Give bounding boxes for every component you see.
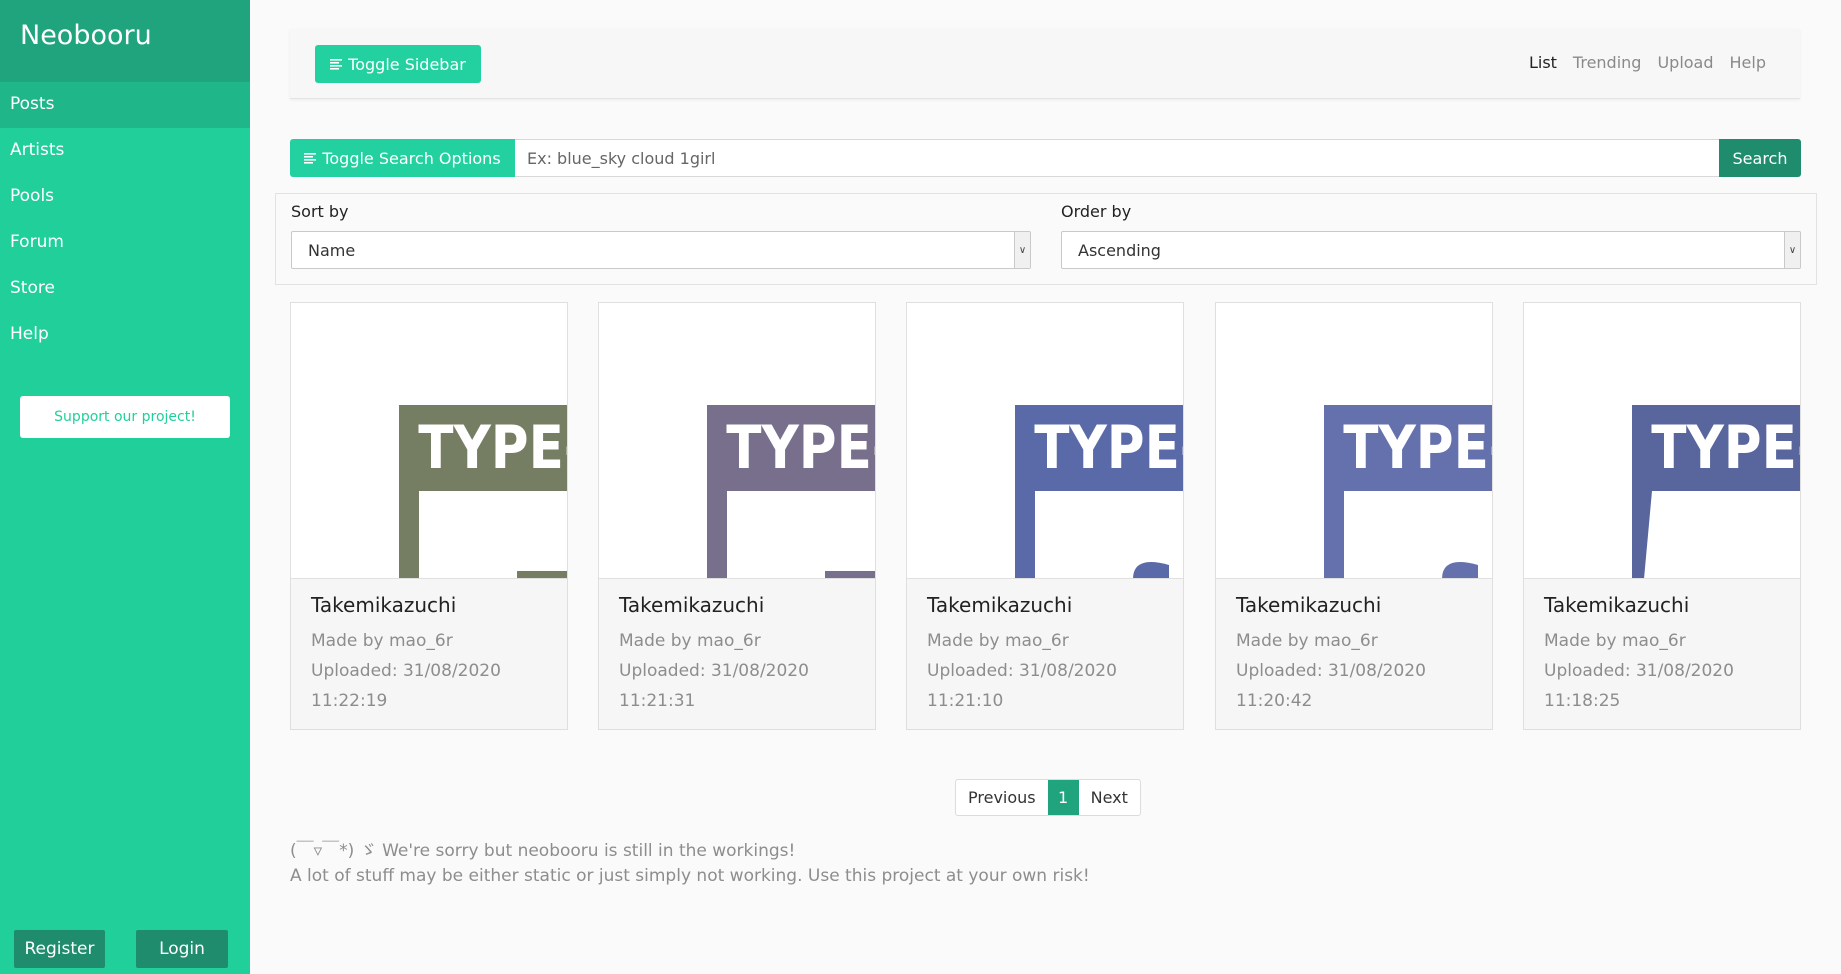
post-upload-date: Uploaded: 31/08/2020 — [1544, 661, 1734, 681]
thumbnail-text: TYPE- — [1651, 413, 1800, 483]
toggle-sidebar-button[interactable]: Toggle Sidebar — [315, 45, 481, 83]
search-button[interactable]: Search — [1719, 139, 1801, 177]
toggle-search-options-label: Toggle Search Options — [322, 148, 501, 168]
thumbnail-text: TYPE- — [1034, 413, 1183, 483]
post-author: Made by mao_6r — [1236, 631, 1378, 651]
post-upload-time: 11:22:19 — [311, 691, 388, 711]
sidebar-item-posts[interactable]: Posts — [0, 82, 250, 128]
order-by-value: Ascending — [1078, 241, 1161, 260]
post-upload-time: 11:20:42 — [1236, 691, 1313, 711]
post-upload-date: Uploaded: 31/08/2020 — [619, 661, 809, 681]
post-thumbnail[interactable]: TYPE- — [907, 303, 1183, 579]
nav-link-help[interactable]: Help — [1730, 53, 1766, 72]
toggle-sidebar-label: Toggle Sidebar — [348, 54, 466, 74]
sidebar-item-artists[interactable]: Artists — [0, 128, 250, 174]
notice-line-2: A lot of stuff may be either static or j… — [290, 866, 1090, 886]
post-author: Made by mao_6r — [311, 631, 453, 651]
sidebar-item-pools[interactable]: Pools — [0, 174, 250, 220]
post-title[interactable]: Takemikazuchi — [927, 593, 1072, 617]
toggle-search-options-button[interactable]: Toggle Search Options — [290, 139, 515, 177]
chevron-down-icon: ∨ — [1784, 232, 1800, 268]
pagination-page-current[interactable]: 1 — [1047, 780, 1079, 815]
sidebar-item-forum[interactable]: Forum — [0, 220, 250, 266]
post-title[interactable]: Takemikazuchi — [619, 593, 764, 617]
register-button[interactable]: Register — [14, 930, 105, 968]
post-author: Made by mao_6r — [1544, 631, 1686, 651]
order-by-label: Order by — [1061, 202, 1132, 221]
search-input[interactable] — [515, 139, 1719, 177]
search-options-panel: Sort by Name ∨ Order by Ascending ∨ — [275, 193, 1817, 285]
post-thumbnail[interactable]: TYPE- — [1216, 303, 1492, 579]
post-author: Made by mao_6r — [927, 631, 1069, 651]
sidebar-item-help[interactable]: Help — [0, 312, 250, 358]
menu-icon — [304, 149, 318, 168]
search-bar: Toggle Search Options Search — [290, 139, 1801, 177]
pagination: Previous 1 Next — [955, 779, 1141, 816]
post-thumbnail[interactable]: TYPE- — [291, 303, 567, 579]
order-by-select[interactable]: Ascending ∨ — [1061, 231, 1801, 269]
sort-by-select[interactable]: Name ∨ — [291, 231, 1031, 269]
thumbnail-text: TYPE- — [418, 413, 567, 483]
post-title[interactable]: Takemikazuchi — [311, 593, 456, 617]
sidebar: Neobooru Posts Artists Pools Forum Store… — [0, 0, 250, 974]
post-upload-date: Uploaded: 31/08/2020 — [311, 661, 501, 681]
nav-link-list[interactable]: List — [1529, 53, 1557, 72]
post-title[interactable]: Takemikazuchi — [1236, 593, 1381, 617]
post-card[interactable]: TYPE- Takemikazuchi Made by mao_6r Uploaded… — [1215, 302, 1493, 730]
top-nav-links: List Trending Upload Help — [1529, 53, 1766, 72]
brand-logo[interactable]: Neobooru — [0, 0, 250, 82]
chevron-down-icon: ∨ — [1014, 232, 1030, 268]
post-card[interactable]: TYPE- Takemikazuchi Made by mao_6r Uploaded… — [906, 302, 1184, 730]
post-card[interactable]: TYPE- Takemikazuchi Made by mao_6r Uploaded… — [1523, 302, 1801, 730]
pagination-next[interactable]: Next — [1079, 780, 1140, 815]
login-button[interactable]: Login — [136, 930, 228, 968]
sort-by-label: Sort by — [291, 202, 349, 221]
sort-by-value: Name — [308, 241, 356, 260]
post-thumbnail[interactable]: TYPE- — [599, 303, 875, 579]
post-upload-date: Uploaded: 31/08/2020 — [927, 661, 1117, 681]
post-upload-time: 11:21:31 — [619, 691, 696, 711]
post-card[interactable]: TYPE- Takemikazuchi Made by mao_6r Uploaded… — [598, 302, 876, 730]
post-upload-date: Uploaded: 31/08/2020 — [1236, 661, 1426, 681]
thumbnail-text: TYPE- — [1343, 413, 1492, 483]
top-navbar: Toggle Sidebar List Trending Upload Help — [290, 29, 1800, 99]
support-project-button[interactable]: Support our project! — [20, 396, 230, 438]
post-title[interactable]: Takemikazuchi — [1544, 593, 1689, 617]
post-upload-time: 11:21:10 — [927, 691, 1004, 711]
post-author: Made by mao_6r — [619, 631, 761, 651]
menu-icon — [330, 55, 344, 74]
post-upload-time: 11:18:25 — [1544, 691, 1621, 711]
sidebar-item-store[interactable]: Store — [0, 266, 250, 312]
nav-link-trending[interactable]: Trending — [1573, 53, 1642, 72]
post-thumbnail[interactable]: TYPE- — [1524, 303, 1800, 579]
nav-link-upload[interactable]: Upload — [1657, 53, 1713, 72]
pagination-previous[interactable]: Previous — [956, 780, 1048, 815]
thumbnail-text: TYPE- — [726, 413, 875, 483]
post-card[interactable]: TYPE- Takemikazuchi Made by mao_6r Uploaded… — [290, 302, 568, 730]
notice-line-1: (￣▿￣*) ゞ We're sorry but neobooru is sti… — [290, 841, 796, 861]
